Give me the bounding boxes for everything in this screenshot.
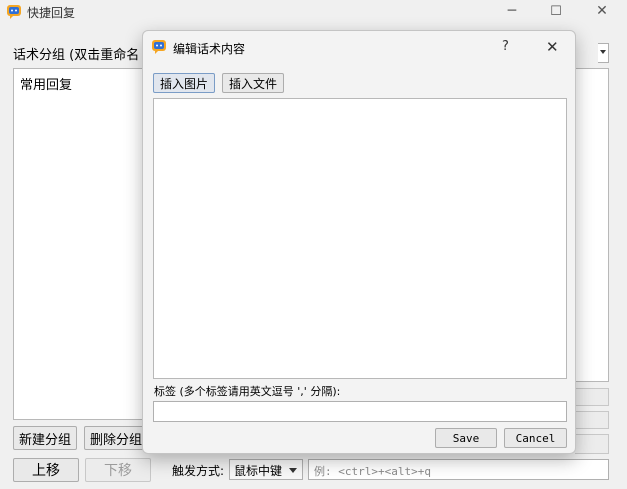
group-label: 话术分组 (双击重命名 [13,48,140,63]
new-group-button[interactable]: 新建分组 [13,426,77,450]
category-select-edge[interactable] [598,43,609,63]
delete-group-button[interactable]: 删除分组 [84,426,148,450]
content-editor[interactable] [153,98,567,379]
close-icon[interactable]: ✕ [587,0,617,22]
edit-content-dialog: 编辑话术内容 ? ✕ 插入图片 插入文件 标签 (多个标签请用英文逗号 ',' … [142,30,576,454]
chevron-down-icon [289,468,297,473]
hotkey-input[interactable]: 例: <ctrl>+<alt>+q [308,459,609,480]
save-button[interactable]: Save [435,428,497,448]
move-down-button[interactable]: 下移 [85,458,151,482]
side-button-1[interactable] [575,388,609,406]
tags-label: 标签 (多个标签请用英文逗号 ',' 分隔): [154,385,341,398]
window-title: 快捷回复 [27,6,76,20]
insert-file-button[interactable]: 插入文件 [222,73,284,93]
reply-list-edge[interactable] [575,68,609,382]
chevron-down-icon [600,50,606,54]
move-up-button[interactable]: 上移 [13,458,79,482]
trigger-select[interactable]: 鼠标中键 [229,459,303,480]
hotkey-placeholder: 例: <ctrl>+<alt>+q [314,465,431,478]
group-list[interactable]: 常用回复 [13,68,148,420]
close-icon[interactable]: ✕ [546,38,559,56]
trigger-value: 鼠标中键 [234,464,283,478]
trigger-label: 触发方式: [172,464,225,478]
dialog-title: 编辑话术内容 [173,42,246,56]
maximize-icon[interactable]: ☐ [541,0,571,22]
help-icon[interactable]: ? [502,39,509,54]
side-button-3[interactable] [575,434,609,454]
list-item[interactable]: 常用回复 [20,74,72,93]
chat-app-icon [151,39,167,55]
tags-input[interactable] [153,401,567,422]
chat-app-icon [6,4,22,20]
insert-image-button[interactable]: 插入图片 [153,73,215,93]
minimize-icon[interactable]: ─ [497,0,527,22]
cancel-button[interactable]: Cancel [504,428,567,448]
side-button-2[interactable] [575,411,609,429]
